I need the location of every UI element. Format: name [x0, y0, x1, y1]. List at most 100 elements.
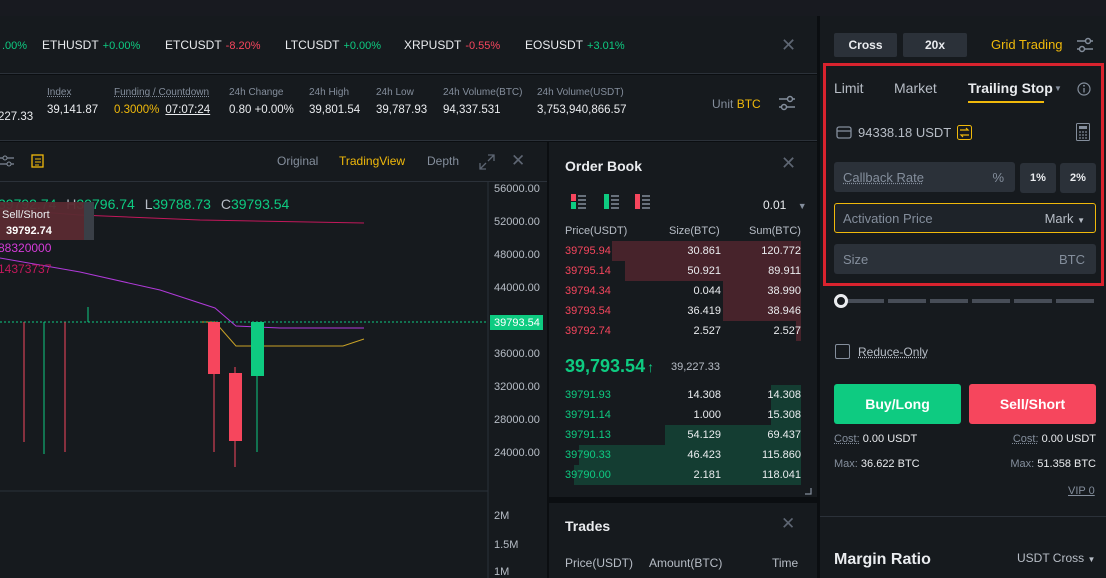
last-price[interactable]: 39,793.54 ↑	[565, 356, 654, 377]
margin-ratio-title: Margin Ratio	[834, 551, 931, 568]
reduce-only-checkbox[interactable]	[835, 344, 850, 359]
ticker-item-eosusdt[interactable]: EOSUSDT +3.01%	[525, 38, 625, 52]
ticker-symbol: LTCUSDT	[285, 38, 340, 52]
buy-long-button[interactable]: Buy/Long	[834, 384, 961, 424]
ticker-strip: .00% ETHUSDT +0.00% ETCUSDT -8.20% LTCUSDT…	[0, 16, 817, 74]
bid-size: 46.423	[687, 449, 721, 461]
margin-mode-button[interactable]: Cross	[834, 33, 897, 57]
tab-limit[interactable]: Limit	[834, 80, 864, 96]
order-tooltip-handle[interactable]	[84, 202, 94, 240]
chevron-down-icon[interactable]: ▼	[1054, 84, 1062, 93]
size-slider-handle[interactable]	[834, 294, 848, 308]
close-icon[interactable]: ✕	[511, 151, 525, 171]
ask-row[interactable]: 39795.94 30.861 120.772	[549, 241, 801, 261]
bid-price: 39790.00	[565, 469, 611, 481]
bid-sum: 14.308	[767, 389, 801, 401]
volume-btc-label: 24h Volume(BTC)	[443, 87, 523, 98]
volume-usdt-value: 3,753,940,866.57	[537, 104, 627, 116]
indicators-icon[interactable]	[0, 155, 14, 167]
bid-row[interactable]: 39791.13 54.129 69.437	[549, 425, 801, 445]
col-price-header: Price(USDT)	[565, 225, 628, 237]
precision-selector[interactable]: 0.01 ▼	[763, 198, 807, 212]
tooltip-label: Sell/Short	[2, 209, 50, 221]
wallet-icon	[836, 126, 852, 139]
bid-row[interactable]: 39790.33 46.423 115.860	[549, 445, 801, 465]
buy-cost: Cost: 0.00 USDT	[834, 433, 917, 445]
order-entry-panel: Cross 20x Grid Trading Limit Market Trai…	[820, 16, 1106, 578]
expand-icon[interactable]	[479, 154, 495, 170]
ask-row[interactable]: 39794.34 0.044 38.990	[549, 281, 801, 301]
index-stat: Index 39,141.87	[47, 87, 98, 116]
price-tick: 52000.00	[494, 216, 540, 228]
activation-price-type-select[interactable]: Mark ▼	[1045, 211, 1085, 226]
activation-price-field[interactable]: Activation Price Mark ▼	[834, 203, 1096, 233]
tab-tradingview[interactable]: TradingView	[339, 154, 405, 168]
callback-rate-suffix: %	[992, 170, 1004, 185]
tab-market[interactable]: Market	[894, 80, 937, 96]
callback-rate-placeholder: Callback Rate	[843, 170, 924, 185]
low-value: 39,787.93	[376, 104, 428, 116]
bid-row[interactable]: 39790.00 2.181 118.041	[549, 465, 801, 485]
calculator-icon[interactable]	[1076, 123, 1090, 141]
book-both-sides-icon[interactable]	[571, 194, 586, 209]
ticker-item-ethusdt[interactable]: ETHUSDT +0.00%	[42, 38, 140, 52]
ask-sum: 38.946	[767, 305, 801, 317]
ticker-symbol: ETHUSDT	[42, 38, 99, 52]
settings-sliders-icon[interactable]	[1076, 37, 1094, 53]
ask-row[interactable]: 39792.74 2.527 2.527	[549, 321, 801, 341]
size-slider-track[interactable]	[846, 299, 1096, 303]
tab-trailing-stop[interactable]: Trailing Stop	[968, 80, 1053, 96]
ask-row[interactable]: 39795.14 50.921 89.911	[549, 261, 801, 281]
ask-size: 2.527	[693, 325, 721, 337]
index-value: 39,141.87	[47, 104, 99, 116]
ticker-change: +3.01%	[587, 40, 625, 52]
ask-sum: 120.772	[761, 245, 801, 257]
ask-sum: 89.911	[768, 265, 801, 277]
size-field[interactable]: Size BTC	[834, 244, 1096, 274]
close-icon[interactable]: ✕	[781, 153, 796, 174]
reduce-only-label[interactable]: Reduce-Only	[858, 345, 928, 359]
callback-1pct-button[interactable]: 1%	[1020, 163, 1056, 193]
high-stat: 24h High 39,801.54	[309, 87, 360, 116]
unit-selector[interactable]: Unit BTC	[712, 97, 761, 111]
ticker-item[interactable]: .00%	[0, 38, 27, 52]
resize-handle-icon[interactable]	[804, 487, 812, 495]
tab-original[interactable]: Original	[277, 154, 318, 168]
trades-col-time: Time	[772, 556, 799, 570]
ask-price: 39794.34	[565, 285, 611, 297]
buy-max-value: 36.622 BTC	[860, 458, 920, 470]
transfer-icon[interactable]	[957, 125, 972, 140]
callback-2pct-button[interactable]: 2%	[1060, 163, 1096, 193]
bid-row[interactable]: 39791.14 1.000 15.308	[549, 405, 801, 425]
ask-row[interactable]: 39793.54 36.419 38.946	[549, 301, 801, 321]
ticker-item-etcusdt[interactable]: ETCUSDT -8.20%	[165, 38, 261, 52]
document-icon[interactable]	[30, 154, 44, 168]
trades-title: Trades	[565, 518, 611, 534]
book-bids-only-icon[interactable]	[604, 194, 619, 209]
indicator-line-yellow	[200, 321, 365, 347]
candlestick-chart[interactable]: 56000.00 52000.00 48000.00 44000.00 3600…	[0, 182, 547, 578]
grid-trading-link[interactable]: Grid Trading	[991, 37, 1063, 52]
ticker-change: +0.00%	[102, 40, 141, 52]
settings-sliders-icon[interactable]	[778, 95, 796, 111]
last-price-value: 39,793.54	[565, 356, 646, 376]
price-tick: 24000.00	[494, 447, 540, 459]
ticker-change: +0.00%	[343, 40, 382, 52]
vip-level-link[interactable]: VIP 0	[1068, 485, 1095, 497]
info-icon[interactable]	[1077, 82, 1091, 96]
tab-depth[interactable]: Depth	[427, 154, 459, 168]
close-icon[interactable]: ✕	[781, 35, 796, 56]
ticker-item-ltcusdt[interactable]: LTCUSDT +0.00%	[285, 38, 381, 52]
ohlc-low: 39788.73	[153, 196, 212, 212]
buy-max-label: Max:	[834, 458, 858, 470]
bid-price: 39791.13	[565, 429, 611, 441]
book-asks-only-icon[interactable]	[635, 194, 650, 209]
sell-short-button[interactable]: Sell/Short	[969, 384, 1096, 424]
close-icon[interactable]: ✕	[781, 514, 795, 534]
bid-row[interactable]: 39791.93 14.308 14.308	[549, 385, 801, 405]
ticker-item-xrpusdt[interactable]: XRPUSDT -0.55%	[404, 38, 500, 52]
callback-rate-field[interactable]: Callback Rate %	[834, 162, 1015, 192]
margin-mode-select[interactable]: USDT Cross ▼	[1017, 551, 1095, 565]
leverage-button[interactable]: 20x	[903, 33, 967, 57]
volume-tick: 1.5M	[494, 539, 518, 551]
